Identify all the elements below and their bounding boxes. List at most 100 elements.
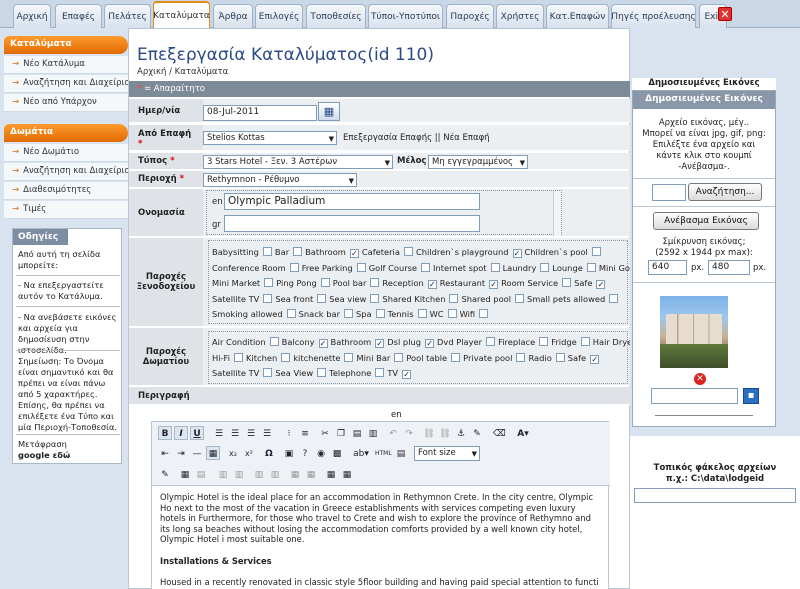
table-row-icon[interactable]: ▤: [194, 467, 208, 481]
amenity-checkbox[interactable]: [234, 352, 244, 362]
delete-image-icon[interactable]: ✕: [694, 373, 706, 385]
align-center-icon[interactable]: ☰: [228, 426, 242, 440]
copy-icon[interactable]: ❐: [334, 426, 348, 440]
amenity-checkbox[interactable]: [591, 247, 601, 256]
tab-sources[interactable]: Πηγές προέλευσης: [611, 4, 696, 28]
published-images-tab[interactable]: Δημοσιευμένες Εικόνες: [632, 78, 776, 90]
sidebar-item-new-room[interactable]: → Νέο Δωμάτιο: [4, 144, 128, 162]
date-input[interactable]: 08-Jul-2011: [203, 105, 317, 121]
amenity-checkbox[interactable]: [555, 352, 565, 362]
help-icon[interactable]: ?: [298, 446, 312, 460]
split-cells-icon[interactable]: ▦: [288, 467, 302, 481]
amenity-checkbox[interactable]: ✓: [427, 280, 437, 290]
editor-content[interactable]: Olympic Hotel is the ideal place for an …: [160, 492, 600, 588]
merge-cells-icon[interactable]: ▦: [304, 467, 318, 481]
unlink-icon[interactable]: ⛓: [438, 426, 452, 440]
amenity-checkbox[interactable]: [540, 262, 550, 272]
align-right-icon[interactable]: ☰: [244, 426, 258, 440]
amenity-checkbox[interactable]: [486, 337, 496, 346]
tab-exit[interactable]: Exit ✕: [699, 4, 732, 28]
indent-icon[interactable]: ⇥: [174, 446, 188, 460]
amenity-checkbox[interactable]: [356, 262, 366, 272]
tab-articles[interactable]: Άρθρα: [213, 4, 253, 28]
highlight-icon[interactable]: ab▾: [350, 446, 372, 460]
html-source-icon[interactable]: HTML: [374, 446, 392, 460]
eraser-icon[interactable]: ⌫: [492, 426, 506, 440]
amenity-checkbox[interactable]: ✓: [425, 339, 435, 348]
amenity-checkbox[interactable]: [281, 352, 291, 362]
name-en-input[interactable]: Olympic Palladium: [224, 193, 480, 210]
template-icon[interactable]: ▤: [394, 446, 408, 460]
sidebar-item-search-lodgings[interactable]: → Αναζήτηση και Διαχείριση: [4, 75, 128, 93]
amenity-checkbox[interactable]: ✓: [375, 339, 385, 348]
amenity-checkbox[interactable]: [417, 309, 427, 319]
tab-locations[interactable]: Τοποθεσίες: [306, 4, 366, 28]
sidebar-item-new-lodging[interactable]: → Νέο Κατάλυμα: [4, 56, 128, 74]
width-input[interactable]: 640: [648, 260, 687, 275]
amenity-checkbox[interactable]: [562, 278, 572, 288]
amenity-checkbox[interactable]: [370, 293, 380, 303]
scrollbar[interactable]: [553, 191, 561, 236]
amenity-checkbox[interactable]: ✓: [489, 280, 499, 290]
amenity-checkbox[interactable]: [394, 352, 404, 362]
amenity-checkbox[interactable]: [515, 293, 525, 303]
amenity-checkbox[interactable]: [586, 262, 596, 272]
area-select[interactable]: Rethymnon - Ρέθυμνο ▼: [203, 173, 357, 187]
sidebar-item-availability[interactable]: → Διαθεσιμότητες: [4, 182, 128, 200]
amenity-checkbox[interactable]: [609, 293, 619, 303]
amenity-checkbox[interactable]: [289, 262, 299, 272]
sidebar-item-new-from-existing[interactable]: → Νέο από Υπάρχον: [4, 94, 128, 112]
amenity-checkbox[interactable]: [293, 247, 303, 256]
amenity-checkbox[interactable]: [447, 309, 457, 319]
text-color-icon[interactable]: A▾: [512, 426, 534, 440]
tab-amenities[interactable]: Παροχές: [446, 4, 494, 28]
amenity-checkbox[interactable]: [539, 337, 549, 346]
amenity-checkbox[interactable]: ✓: [318, 339, 328, 348]
tab-home[interactable]: Αρχική: [13, 4, 51, 28]
delete-row-icon[interactable]: ▥: [232, 467, 246, 481]
type-select[interactable]: 3 Stars Hotel - Ξεν. 3 Αστέρων ▼: [203, 155, 393, 169]
amenity-checkbox[interactable]: [403, 247, 413, 256]
amenity-checkbox[interactable]: [344, 309, 354, 319]
amenity-checkbox[interactable]: [451, 352, 461, 362]
local-folder-input[interactable]: [634, 488, 796, 503]
amenity-checkbox[interactable]: [375, 368, 385, 378]
amenity-checkbox[interactable]: [320, 278, 330, 288]
tab-contact-categories[interactable]: Κατ.Επαφών: [546, 4, 609, 28]
amenity-checkbox[interactable]: ✓: [402, 370, 412, 380]
amenity-checkbox[interactable]: [286, 309, 296, 319]
tab-clients[interactable]: Πελάτες: [104, 4, 151, 28]
amenity-checkbox[interactable]: ✓: [590, 354, 600, 364]
amenity-checkbox[interactable]: [317, 293, 327, 303]
tab-lodgings[interactable]: Καταλύματα: [153, 1, 210, 29]
align-justify-icon[interactable]: ☰: [260, 426, 274, 440]
table-props-icon[interactable]: ▦: [340, 467, 354, 481]
anchor-icon[interactable]: ⚓: [454, 426, 468, 440]
amenity-checkbox[interactable]: [449, 293, 459, 303]
image-icon[interactable]: ▣: [282, 446, 296, 460]
member-select[interactable]: Μη εγγεγραμμένος ▼: [428, 155, 528, 169]
amenity-checkbox[interactable]: [264, 278, 274, 288]
undo-icon[interactable]: ↶: [386, 426, 400, 440]
contact-links[interactable]: Επεξεργασία Επαφής || Νέα Επαφή: [343, 133, 490, 143]
sidebar-item-search-rooms[interactable]: → Αναζήτηση και Διαχείριση: [4, 163, 128, 181]
amenity-checkbox[interactable]: [370, 278, 380, 288]
insert-column-icon[interactable]: ▥: [252, 467, 266, 481]
amenity-checkbox[interactable]: ✓: [349, 249, 359, 258]
media-icon[interactable]: ◉: [314, 446, 328, 460]
file-path-input[interactable]: [652, 184, 686, 201]
font-size-select[interactable]: Font size ▼: [414, 446, 480, 461]
cleanup-icon[interactable]: ✎: [470, 426, 484, 440]
redo-icon[interactable]: ↷: [402, 426, 416, 440]
close-icon[interactable]: ✕: [718, 7, 732, 21]
browse-button[interactable]: Αναζήτηση...: [688, 183, 762, 201]
amenity-checkbox[interactable]: [516, 352, 526, 362]
bold-icon[interactable]: B: [158, 426, 172, 440]
calendar-icon[interactable]: ▦: [318, 102, 340, 121]
amenity-checkbox[interactable]: ✓: [596, 280, 606, 290]
hotel-photo-thumbnail[interactable]: [660, 296, 728, 368]
visual-aid-icon[interactable]: ▦: [206, 446, 220, 460]
amenity-checkbox[interactable]: [317, 368, 327, 378]
image-caption-input[interactable]: [651, 388, 738, 404]
name-gr-input[interactable]: [224, 215, 480, 232]
